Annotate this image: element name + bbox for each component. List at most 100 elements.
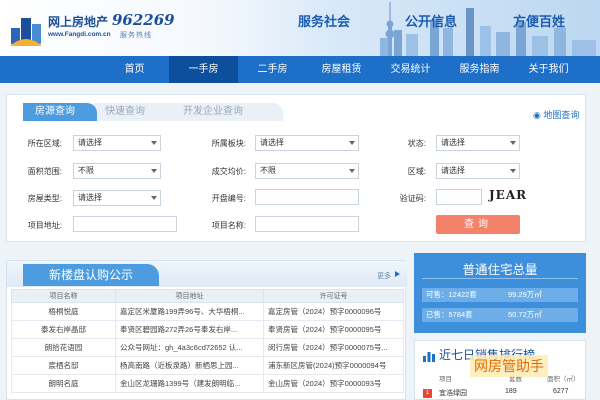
- list-item[interactable]: 1 宜浩绿园 189 6277: [419, 388, 583, 400]
- house-type-select[interactable]: 请选择: [73, 190, 161, 206]
- region-select[interactable]: 请选择: [436, 163, 520, 179]
- table-row[interactable]: 朗拾花语园 公众号网址：gh_4a3c6cd72652 认... 闵行房管（20…: [11, 338, 404, 357]
- license-cell: 奉贤房管（2024）预字0000095号: [263, 320, 404, 339]
- status-value: 请选择: [441, 138, 465, 147]
- more-link[interactable]: 更多: [377, 271, 391, 281]
- block-label: 所属板块:: [211, 139, 246, 148]
- ranking-project-name[interactable]: 宜浩绿园: [439, 388, 467, 398]
- license-no-label: 开盘编号:: [211, 194, 246, 203]
- listing-header: 新楼盘认购公示 更多: [7, 261, 407, 287]
- price-label: 成交均价:: [211, 167, 246, 176]
- column-header: 许可证号: [263, 289, 404, 303]
- nav-rental[interactable]: 房屋租赁: [307, 56, 376, 83]
- project-name-cell[interactable]: 梧桐悦庭: [11, 302, 116, 321]
- nav-second-hand[interactable]: 二手房: [238, 56, 307, 83]
- chevron-down-icon: [510, 169, 516, 173]
- area-range-label: 面积范围:: [27, 167, 62, 176]
- status-select[interactable]: 请选择: [436, 135, 520, 151]
- project-name-cell[interactable]: 宸栖名邸: [11, 356, 116, 375]
- chevron-down-icon: [349, 141, 355, 145]
- watermark-label: 网房管助手: [470, 355, 548, 377]
- project-name-cell[interactable]: 泰发右岸晶邸: [11, 320, 116, 339]
- project-name-input[interactable]: [255, 216, 359, 232]
- ranking-count: 189: [505, 388, 517, 395]
- ranking-col-project: 项目: [439, 376, 452, 383]
- license-cell: 闵行房管（2024）预字0000075号...: [263, 338, 404, 357]
- ranking-col-area: 面积（㎡）: [547, 376, 580, 383]
- bar-chart-icon: [423, 352, 435, 362]
- header-banner: 网上房地产 www.Fangdi.com.cn 962269 服务热线 服务社会…: [0, 0, 600, 56]
- area-range-value: 不限: [78, 166, 94, 175]
- slogan-public-info: 公开信息: [405, 14, 458, 29]
- logo-title[interactable]: 网上房地产: [48, 13, 108, 30]
- project-name-cell[interactable]: 朗明名庭: [11, 374, 116, 393]
- price-value: 不限: [260, 166, 276, 175]
- map-search-label: 地图查询: [543, 110, 580, 120]
- table-row[interactable]: 朗明名庭 金山区龙珊路1399号（建发朗明临... 金山房管（2024）预字00…: [11, 374, 404, 393]
- license-cell: 浦东新区房管(2024)预字0000094号: [263, 356, 404, 375]
- house-type-label: 房屋类型:: [27, 194, 62, 203]
- table-row[interactable]: 泰发右岸晶邸 奉贤区碧园路272弄26号奉发右岸... 奉贤房管（2024）预字…: [11, 320, 404, 339]
- address-label: 项目地址:: [27, 221, 62, 230]
- column-header: 项目地址: [115, 289, 264, 303]
- license-cell: 嘉定房管（2024）预字0000096号: [263, 302, 404, 321]
- tab-house-search[interactable]: 房源查询: [23, 103, 97, 121]
- stats-sold-row: 已售：5784套 50.72万㎡: [422, 308, 578, 322]
- nav-service-guide[interactable]: 服务指南: [445, 56, 514, 83]
- district-value: 请选择: [78, 138, 102, 147]
- map-pin-icon: ◉: [533, 110, 541, 120]
- hotline-number: 962269: [112, 11, 175, 29]
- sold-count: 已售：5784套: [426, 310, 473, 319]
- search-button[interactable]: 查询: [436, 215, 520, 234]
- region-label: 区域:: [407, 167, 426, 176]
- chevron-down-icon: [510, 141, 516, 145]
- status-label: 状态:: [407, 139, 426, 148]
- column-header: 项目名称: [11, 289, 116, 303]
- captcha-label: 验证码:: [399, 194, 426, 203]
- nav-statistics[interactable]: 交易统计: [376, 56, 445, 83]
- project-name-cell[interactable]: 朗拾花语园: [11, 338, 116, 357]
- captcha-image[interactable]: JEAR: [489, 188, 527, 202]
- nav-new-house[interactable]: 一手房: [169, 56, 238, 83]
- stats-available-row: 可售：12422套 99.29万㎡: [422, 288, 578, 302]
- sold-area: 50.72万㎡: [508, 310, 542, 319]
- region-value: 请选择: [441, 166, 465, 175]
- block-select[interactable]: 请选择: [255, 135, 359, 151]
- arrow-right-icon[interactable]: [395, 271, 400, 277]
- tab-quick-search[interactable]: 快速查询: [93, 103, 183, 121]
- project-address-cell: 杨高南路（近板泉路）新栖思上园...: [115, 356, 264, 375]
- available-count: 可售：12422套: [426, 290, 477, 299]
- project-address-cell: 公众号网址：gh_4a3c6cd72652 认...: [115, 338, 264, 357]
- chevron-down-icon: [151, 141, 157, 145]
- rank-badge: 1: [423, 389, 432, 398]
- captcha-input[interactable]: [436, 189, 482, 205]
- slogan-convenience: 方便百姓: [513, 14, 566, 29]
- address-input[interactable]: [73, 216, 177, 232]
- map-search-link[interactable]: ◉ 地图查询: [533, 108, 579, 121]
- stats-divider: [422, 278, 578, 279]
- table-header-row: 项目名称 项目地址 许可证号: [11, 289, 404, 303]
- block-value: 请选择: [260, 138, 284, 147]
- tab-developer-search[interactable]: 开发企业查询: [171, 103, 283, 121]
- district-label: 所在区域:: [27, 139, 62, 148]
- logo-url: www.Fangdi.com.cn: [48, 31, 111, 38]
- project-name-label: 项目名称:: [211, 221, 246, 230]
- table-row[interactable]: 宸栖名邸 杨高南路（近板泉路）新栖思上园... 浦东新区房管(2024)预字00…: [11, 356, 404, 375]
- slogan-service: 服务社会: [298, 14, 351, 29]
- table-row[interactable]: 梧桐悦庭 嘉定区米厦路199弄96号、大华梧桐... 嘉定房管（2024）预字0…: [11, 302, 404, 321]
- house-type-value: 请选择: [78, 193, 102, 202]
- house-logo-icon: [10, 18, 42, 46]
- chevron-down-icon: [349, 169, 355, 173]
- project-address-cell: 嘉定区米厦路199弄96号、大华梧桐...: [115, 302, 264, 321]
- new-listing-panel: 新楼盘认购公示 更多 项目名称 项目地址 许可证号 梧桐悦庭 嘉定区米厦路199…: [6, 260, 407, 400]
- price-select[interactable]: 不限: [255, 163, 359, 179]
- license-no-input[interactable]: [255, 189, 359, 205]
- chevron-down-icon: [151, 196, 157, 200]
- ranking-area: 6277: [553, 388, 569, 395]
- area-range-select[interactable]: 不限: [73, 163, 161, 179]
- main-nav: 首页 一手房 二手房 房屋租赁 交易统计 服务指南 关于我们: [0, 56, 600, 83]
- nav-home[interactable]: 首页: [100, 56, 169, 83]
- district-select[interactable]: 请选择: [73, 135, 161, 151]
- nav-about[interactable]: 关于我们: [514, 56, 583, 83]
- stats-title: 普通住宅总量: [462, 263, 538, 277]
